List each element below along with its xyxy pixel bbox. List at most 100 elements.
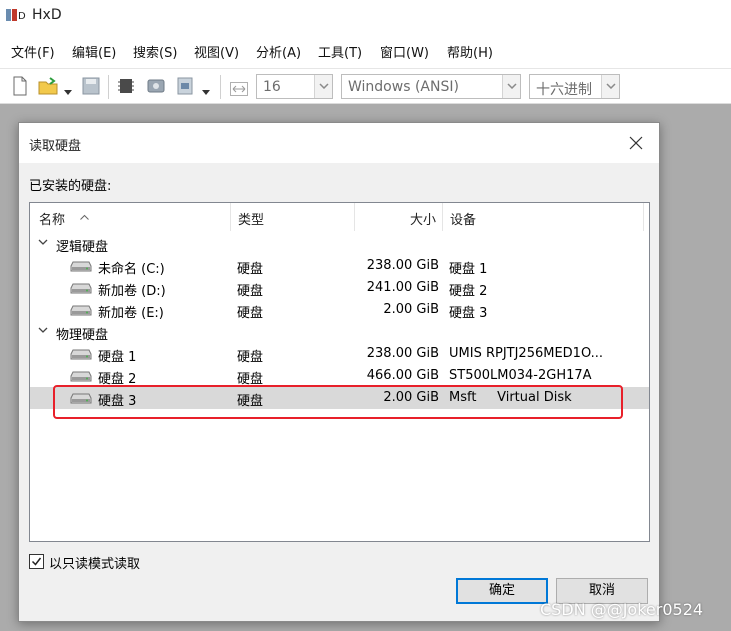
menu-edit[interactable]: 编辑(E) bbox=[72, 42, 116, 61]
offset-base-value: 十六进制 bbox=[536, 82, 592, 98]
column-header-size[interactable]: 大小 bbox=[355, 203, 443, 231]
list-item[interactable]: 硬盘 2 硬盘 466.00 GiB ST500LM034-2GH17A bbox=[30, 365, 649, 387]
menu-window[interactable]: 窗口(W) bbox=[380, 42, 429, 61]
disk-size: 2.00 GiB bbox=[383, 302, 439, 317]
disk-device: 硬盘 2 bbox=[449, 284, 488, 299]
close-icon bbox=[629, 136, 643, 150]
menu-search[interactable]: 搜索(S) bbox=[133, 42, 177, 61]
hard-disk-icon bbox=[70, 283, 92, 294]
bytes-per-row-icon bbox=[230, 82, 248, 96]
disk-device: 硬盘 3 bbox=[449, 306, 488, 321]
disk-device: ST500LM034-2GH17A bbox=[449, 368, 592, 383]
ram-dropdown-arrow-icon[interactable] bbox=[202, 83, 210, 103]
disk-device: UMIS RPJTJ256MED1O... bbox=[449, 346, 604, 361]
hard-disk-icon bbox=[70, 371, 92, 382]
dialog-titlebar: 读取硬盘 bbox=[19, 123, 659, 163]
disk-name: 硬盘 3 bbox=[98, 394, 137, 409]
menubar: 文件(F) 编辑(E) 搜索(S) 视图(V) 分析(A) 工具(T) 窗口(W… bbox=[0, 38, 731, 64]
disk-size: 2.00 GiB bbox=[383, 390, 439, 405]
menu-tools[interactable]: 工具(T) bbox=[318, 42, 362, 61]
open-dropdown-arrow-icon[interactable] bbox=[64, 83, 72, 103]
readonly-label: 以只读模式读取 bbox=[49, 557, 141, 572]
list-item[interactable]: 硬盘 1 硬盘 238.00 GiB UMIS RPJTJ256MED1O... bbox=[30, 343, 649, 365]
bytes-per-row-combo[interactable]: 16 bbox=[256, 74, 333, 99]
disk-name: 硬盘 2 bbox=[98, 372, 137, 387]
readonly-checkbox[interactable] bbox=[29, 554, 44, 569]
bytes-per-row-value: 16 bbox=[263, 79, 281, 95]
disk-device: Msft Virtual Disk bbox=[449, 390, 572, 405]
watermark: CSDN @@Joker0524 bbox=[540, 600, 704, 619]
hard-disk-icon bbox=[70, 349, 92, 360]
charset-dropdown[interactable] bbox=[502, 75, 520, 98]
group-label: 物理硬盘 bbox=[56, 328, 109, 343]
dialog-close-button[interactable] bbox=[613, 123, 659, 163]
disk-list[interactable]: 名称 类型 大小 设备 逻辑硬盘 未命名 (C:) 硬盘 238.00 GiB … bbox=[29, 202, 650, 542]
offset-base-dropdown[interactable] bbox=[601, 75, 619, 98]
checkmark-icon bbox=[31, 557, 42, 566]
group-logical-disks[interactable]: 逻辑硬盘 bbox=[30, 233, 649, 255]
open-ram-icon[interactable] bbox=[176, 76, 194, 96]
disk-size: 466.00 GiB bbox=[366, 368, 439, 383]
disk-type: 硬盘 bbox=[237, 394, 264, 409]
group-label: 逻辑硬盘 bbox=[56, 240, 109, 255]
disk-type: 硬盘 bbox=[237, 284, 264, 299]
installed-disks-label: 已安装的硬盘: bbox=[29, 179, 112, 194]
memory-chip-icon[interactable] bbox=[118, 76, 134, 96]
offset-base-combo[interactable]: 十六进制 bbox=[529, 74, 620, 99]
sort-ascending-icon bbox=[80, 214, 89, 220]
disk-type: 硬盘 bbox=[237, 306, 264, 321]
dialog-title: 读取硬盘 bbox=[29, 139, 82, 154]
menu-analysis[interactable]: 分析(A) bbox=[256, 42, 301, 61]
column-type-label: 类型 bbox=[238, 213, 265, 228]
charset-combo[interactable]: Windows (ANSI) bbox=[341, 74, 521, 99]
toolbar-separator bbox=[220, 75, 221, 99]
disk-type: 硬盘 bbox=[237, 262, 264, 277]
chevron-down-icon[interactable] bbox=[38, 327, 48, 334]
disk-name: 硬盘 1 bbox=[98, 350, 137, 365]
disk-name: 新加卷 (E:) bbox=[98, 306, 164, 321]
open-disk-icon[interactable] bbox=[146, 76, 166, 96]
toolbar: 16 Windows (ANSI) 十六进制 bbox=[0, 68, 731, 104]
save-disk-icon[interactable] bbox=[82, 76, 100, 96]
open-disk-dialog: 读取硬盘 已安装的硬盘: 名称 类型 大小 设备 逻辑硬盘 未命名 (C:) 硬… bbox=[18, 122, 660, 622]
bytes-per-row-dropdown[interactable] bbox=[314, 75, 332, 98]
chevron-down-icon bbox=[606, 83, 616, 89]
menu-view[interactable]: 视图(V) bbox=[194, 42, 239, 61]
hard-disk-icon bbox=[70, 393, 92, 404]
disk-name: 未命名 (C:) bbox=[98, 262, 165, 277]
disk-device: 硬盘 1 bbox=[449, 262, 488, 277]
list-item[interactable]: 新加卷 (D:) 硬盘 241.00 GiB 硬盘 2 bbox=[30, 277, 649, 299]
toolbar-separator bbox=[108, 75, 109, 99]
charset-value: Windows (ANSI) bbox=[348, 79, 459, 95]
hard-disk-icon bbox=[70, 305, 92, 316]
chevron-down-icon[interactable] bbox=[38, 239, 48, 246]
disk-size: 241.00 GiB bbox=[366, 280, 439, 295]
app-title: HxD bbox=[32, 7, 62, 23]
list-header: 名称 类型 大小 设备 bbox=[30, 203, 649, 231]
disk-name: 新加卷 (D:) bbox=[98, 284, 166, 299]
column-header-name[interactable]: 名称 bbox=[30, 203, 231, 231]
svg-text:D: D bbox=[18, 11, 26, 22]
column-size-label: 大小 bbox=[409, 213, 436, 228]
menu-file[interactable]: 文件(F) bbox=[11, 42, 55, 61]
column-header-type[interactable]: 类型 bbox=[231, 203, 355, 231]
disk-size: 238.00 GiB bbox=[366, 258, 439, 273]
chevron-down-icon bbox=[507, 83, 517, 89]
column-header-device[interactable]: 设备 bbox=[443, 203, 644, 231]
app-titlebar: D HxD bbox=[0, 0, 731, 32]
open-folder-icon[interactable] bbox=[38, 76, 60, 96]
hard-disk-icon bbox=[70, 261, 92, 272]
menu-help[interactable]: 帮助(H) bbox=[447, 42, 493, 61]
hxd-logo-icon: D bbox=[6, 9, 26, 22]
list-item[interactable]: 未命名 (C:) 硬盘 238.00 GiB 硬盘 1 bbox=[30, 255, 649, 277]
new-file-icon[interactable] bbox=[12, 76, 28, 96]
disk-type: 硬盘 bbox=[237, 372, 264, 387]
column-name-label: 名称 bbox=[39, 213, 66, 228]
ok-button[interactable]: 确定 bbox=[456, 578, 548, 604]
group-physical-disks[interactable]: 物理硬盘 bbox=[30, 321, 649, 343]
list-item[interactable]: 新加卷 (E:) 硬盘 2.00 GiB 硬盘 3 bbox=[30, 299, 649, 321]
list-item-selected[interactable]: 硬盘 3 硬盘 2.00 GiB Msft Virtual Disk bbox=[30, 387, 649, 409]
disk-type: 硬盘 bbox=[237, 350, 264, 365]
column-device-label: 设备 bbox=[450, 213, 477, 228]
disk-size: 238.00 GiB bbox=[366, 346, 439, 361]
